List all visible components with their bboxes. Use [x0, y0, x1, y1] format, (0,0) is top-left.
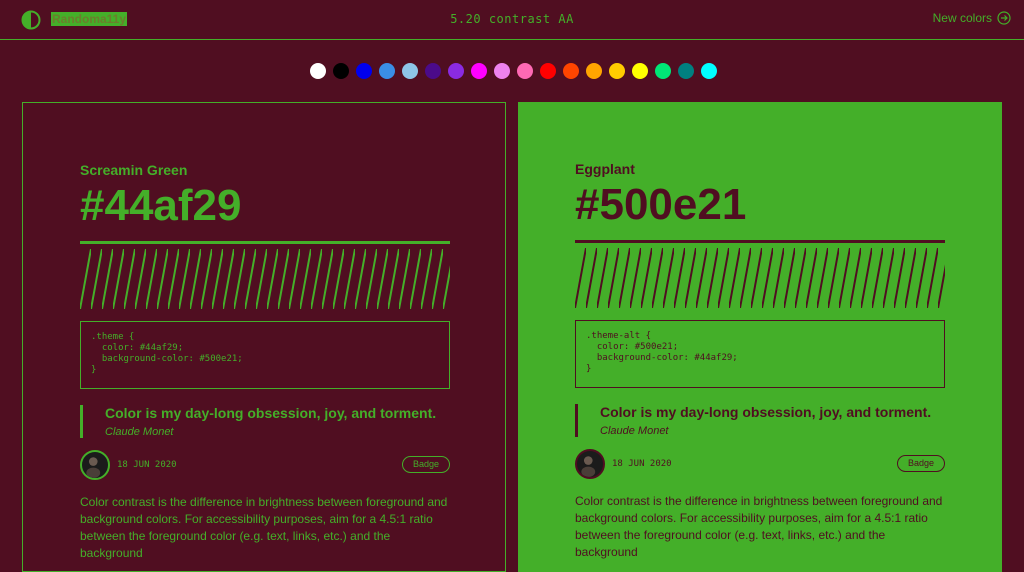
avatar	[80, 450, 110, 480]
quote-author: Claude Monet	[600, 425, 669, 437]
color-swatch[interactable]	[471, 63, 487, 79]
blockquote: Color is my day-long obsession, joy, and…	[575, 404, 945, 437]
quote-text: Color is my day-long obsession, joy, and…	[105, 405, 437, 421]
color-swatch[interactable]	[494, 63, 510, 79]
css-code-block: .theme-alt { color: #500e21; background-…	[575, 320, 945, 388]
color-name: Screamin Green	[80, 162, 188, 178]
color-swatch[interactable]	[379, 63, 395, 79]
meta-row: 18 JUN 2020 Badge	[80, 450, 450, 484]
css-code-block: .theme { color: #44af29; background-colo…	[80, 321, 450, 389]
new-colors-button[interactable]: New colors	[933, 11, 1011, 25]
color-swatch[interactable]	[356, 63, 372, 79]
theme-card: Screamin Green #44af29 .theme { color: #…	[22, 102, 506, 572]
divider	[575, 240, 945, 243]
color-name: Eggplant	[575, 161, 635, 177]
new-colors-label: New colors	[932, 11, 992, 25]
top-bar: Randoma11y 5.20 contrast AA New colors	[0, 0, 1024, 40]
color-swatch[interactable]	[402, 63, 418, 79]
color-swatch[interactable]	[609, 63, 625, 79]
badge[interactable]: Badge	[897, 455, 945, 472]
arrow-circle-right-icon	[997, 11, 1011, 25]
meta-row: 18 JUN 2020 Badge	[575, 449, 945, 483]
theme-alt-card: Eggplant #500e21 .theme-alt { color: #50…	[518, 102, 1002, 572]
hatch-pattern	[80, 249, 450, 309]
hex-value: #44af29	[80, 181, 242, 230]
quote-author: Claude Monet	[105, 426, 174, 438]
color-swatch[interactable]	[632, 63, 648, 79]
color-swatch[interactable]	[425, 63, 441, 79]
color-swatch[interactable]	[655, 63, 671, 79]
color-swatch[interactable]	[586, 63, 602, 79]
hex-value: #500e21	[575, 180, 747, 229]
color-swatch[interactable]	[448, 63, 464, 79]
date: 18 JUN 2020	[117, 460, 177, 470]
blockquote: Color is my day-long obsession, joy, and…	[80, 405, 450, 438]
color-swatch[interactable]	[333, 63, 349, 79]
body-paragraph: Color contrast is the difference in brig…	[575, 494, 943, 559]
date: 18 JUN 2020	[612, 459, 672, 469]
color-swatch[interactable]	[310, 63, 326, 79]
divider	[80, 241, 450, 244]
hatch-pattern	[575, 248, 945, 308]
color-swatch[interactable]	[701, 63, 717, 79]
color-swatch[interactable]	[540, 63, 556, 79]
contrast-ratio: 5.20 contrast AA	[450, 12, 574, 26]
color-swatch[interactable]	[678, 63, 694, 79]
badge[interactable]: Badge	[402, 456, 450, 473]
body-paragraph: Color contrast is the difference in brig…	[80, 495, 448, 560]
quote-text: Color is my day-long obsession, joy, and…	[600, 404, 932, 420]
color-swatch[interactable]	[517, 63, 533, 79]
avatar	[575, 449, 605, 479]
color-swatch[interactable]	[563, 63, 579, 79]
color-swatches	[310, 63, 717, 79]
